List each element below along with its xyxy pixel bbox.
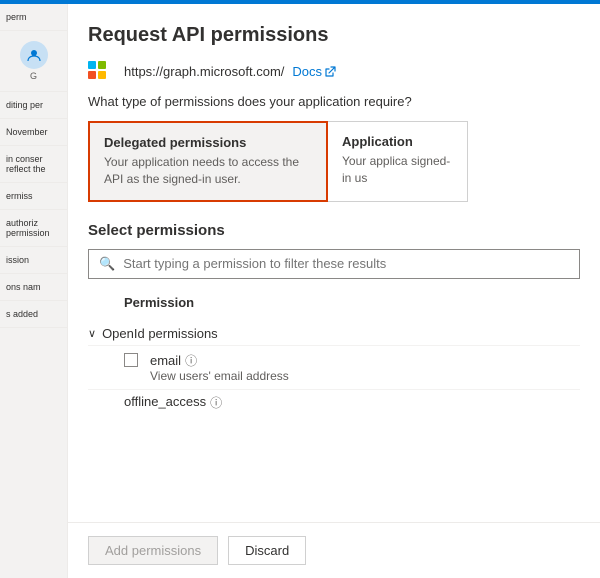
sidebar-item-nov: November: [0, 119, 67, 146]
delegated-card-desc: Your application needs to access the API…: [104, 154, 312, 188]
api-url-row: https://graph.microsoft.com/ Docs: [88, 61, 580, 82]
docs-link[interactable]: Docs: [292, 64, 336, 79]
email-permission-desc: View users' email address: [150, 369, 289, 383]
sidebar-item-ermiss: ermiss: [0, 183, 67, 210]
sidebar-item-g[interactable]: G: [0, 31, 67, 92]
search-input[interactable]: [123, 256, 569, 271]
offline-access-label: offline_access: [124, 394, 206, 409]
sidebar-item-ons-nam: ons nam: [0, 274, 67, 301]
main-panel: Request API permissions https://graph.mi…: [68, 4, 600, 578]
sidebar-item-editing: diting per: [0, 92, 67, 119]
email-info-icon[interactable]: ⓘ: [185, 352, 197, 369]
page-title: Request API permissions: [88, 24, 580, 47]
delegated-permissions-card[interactable]: Delegated permissions Your application n…: [88, 121, 328, 202]
openid-group-header[interactable]: ∨ OpenId permissions: [88, 322, 580, 345]
sidebar-item-conser: in conser reflect the: [0, 146, 67, 183]
permission-type-row: Delegated permissions Your application n…: [88, 121, 580, 202]
email-permission-name: email ⓘ: [150, 352, 289, 369]
search-box[interactable]: 🔍: [88, 249, 580, 279]
email-permission-checkbox[interactable]: [124, 353, 138, 367]
sidebar: perm G diting per November in conser ref…: [0, 4, 68, 578]
application-card-desc: Your applica signed-in us: [342, 153, 453, 187]
openid-permissions-group: ∨ OpenId permissions email ⓘ View users'…: [88, 322, 580, 415]
select-permissions-title: Select permissions: [88, 222, 580, 239]
permission-question: What type of permissions does your appli…: [88, 94, 580, 109]
discard-button[interactable]: Discard: [228, 536, 306, 565]
sidebar-item-g-label: G: [30, 71, 37, 81]
external-link-icon: [324, 66, 336, 78]
offline-access-info-icon[interactable]: ⓘ: [210, 394, 222, 411]
search-icon: 🔍: [99, 256, 115, 272]
email-permission-info: email ⓘ View users' email address: [150, 352, 289, 383]
permission-column-header: Permission: [88, 291, 580, 314]
sidebar-user-icon: [20, 41, 48, 69]
email-permission-item: email ⓘ View users' email address: [88, 345, 580, 389]
openid-group-label: OpenId permissions: [102, 326, 218, 341]
footer: Add permissions Discard: [68, 522, 600, 578]
add-permissions-button[interactable]: Add permissions: [88, 536, 218, 565]
api-url-text: https://graph.microsoft.com/: [124, 64, 284, 79]
sidebar-item-ission: ission: [0, 247, 67, 274]
application-card-title: Application: [342, 134, 453, 149]
sidebar-item-perm: perm: [0, 4, 67, 31]
sidebar-item-authoriz: authoriz permission: [0, 210, 67, 247]
delegated-card-title: Delegated permissions: [104, 135, 312, 150]
application-permissions-card[interactable]: Application Your applica signed-in us: [328, 121, 468, 202]
sidebar-item-s-added: s added: [0, 301, 67, 328]
chevron-down-icon: ∨: [88, 327, 96, 340]
offline-access-permission-item: offline_access ⓘ: [88, 389, 580, 415]
graph-icon: [88, 61, 116, 82]
